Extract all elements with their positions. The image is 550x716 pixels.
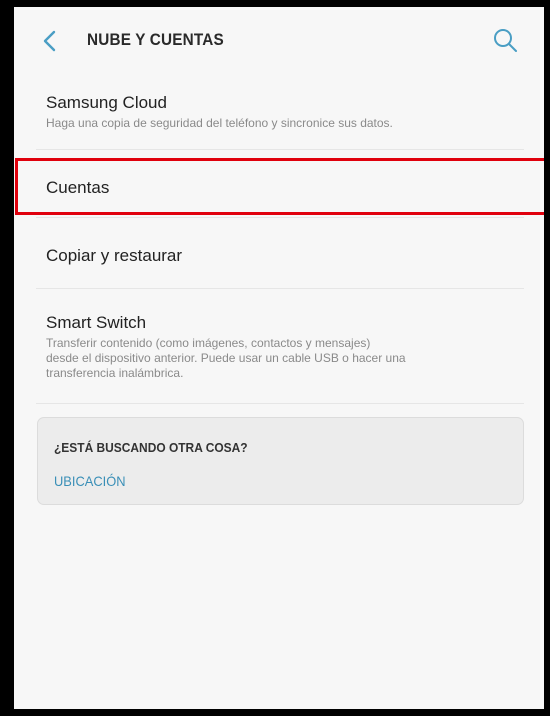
suggestions-title: ¿ESTÁ BUSCANDO OTRA COSA? (54, 440, 248, 455)
search-icon (494, 29, 517, 52)
divider (36, 217, 524, 218)
page-title: NUBE Y CUENTAS (87, 30, 224, 49)
suggestions-card: ¿ESTÁ BUSCANDO OTRA COSA? UBICACIÓN (37, 417, 524, 505)
menu-item-copiar-restaurar[interactable]: Copiar y restaurar (46, 246, 524, 266)
divider (36, 288, 524, 289)
divider (36, 403, 524, 404)
app-bar: NUBE Y CUENTAS (14, 7, 544, 73)
chevron-left-icon (43, 30, 56, 52)
back-button[interactable] (36, 27, 64, 55)
item-title: Samsung Cloud (46, 93, 167, 112)
subtitle-line: Transferir contenido (como imágenes, con… (46, 336, 371, 350)
item-subtitle: Transferir contenido (como imágenes, con… (46, 336, 524, 381)
item-title: Copiar y restaurar (46, 246, 183, 265)
menu-item-cuentas[interactable]: Cuentas (46, 178, 524, 198)
item-subtitle: Haga una copia de seguridad del teléfono… (46, 116, 393, 130)
subtitle-line: desde el dispositivo anterior. Puede usa… (46, 351, 406, 365)
settings-screen: NUBE Y CUENTAS Samsung Cloud Haga una co… (14, 7, 544, 709)
subtitle-line: transferencia inalámbrica. (46, 366, 184, 380)
location-link[interactable]: UBICACIÓN (54, 473, 126, 489)
search-button[interactable] (490, 25, 520, 55)
divider (36, 149, 524, 150)
item-title: Smart Switch (46, 313, 147, 332)
menu-item-samsung-cloud[interactable]: Samsung Cloud Haga una copia de segurida… (46, 93, 524, 131)
item-title: Cuentas (46, 178, 110, 197)
menu-item-smart-switch[interactable]: Smart Switch Transferir contenido (como … (46, 313, 524, 381)
